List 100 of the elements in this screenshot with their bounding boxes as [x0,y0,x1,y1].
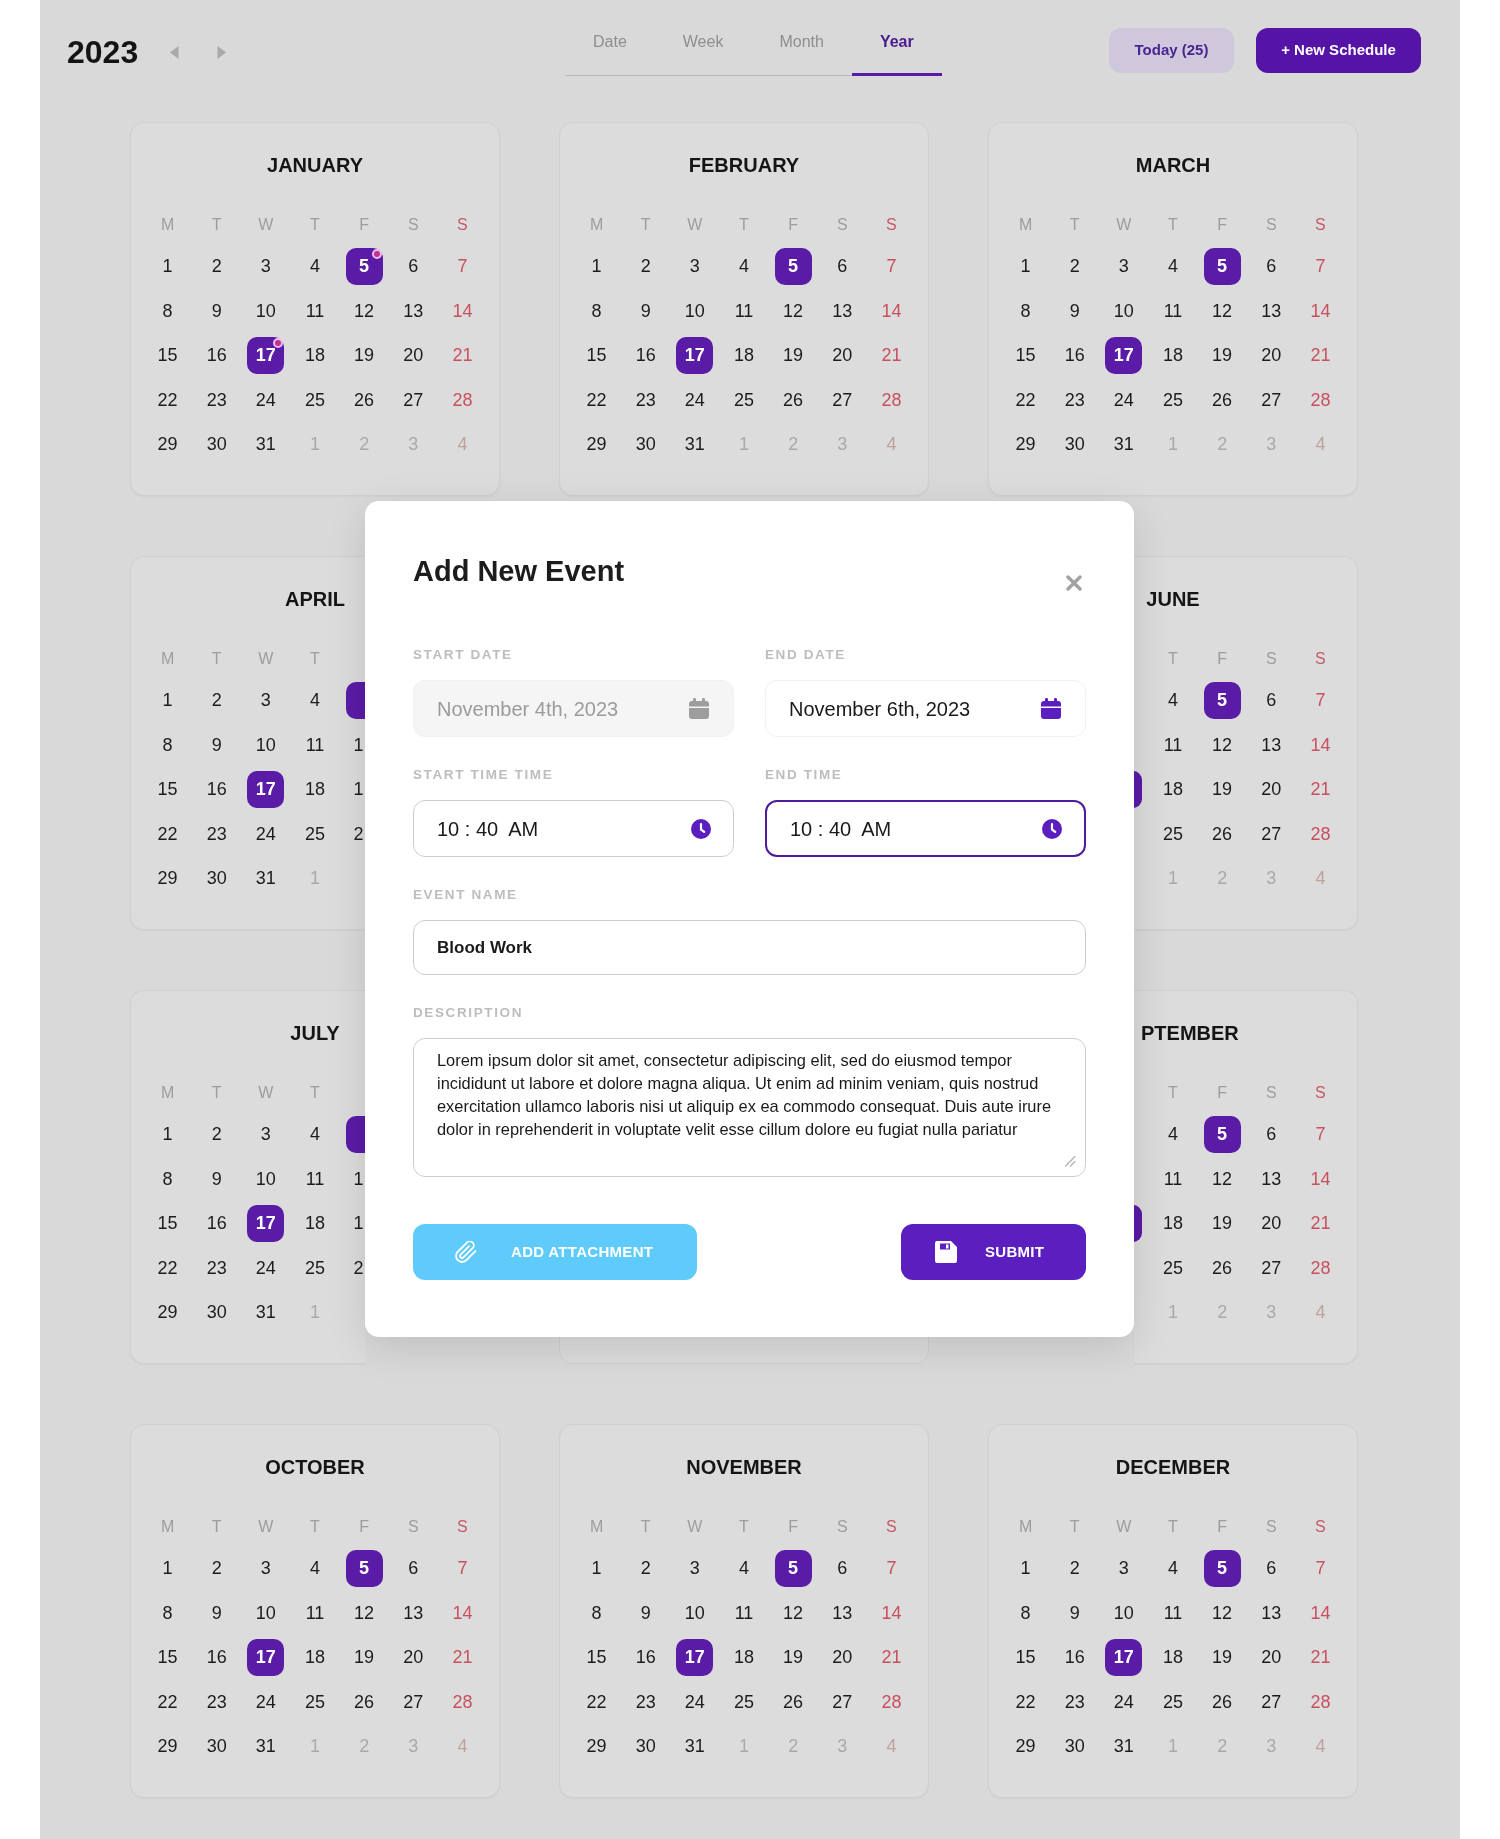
calendar-day[interactable]: 20 [1261,1646,1282,1669]
calendar-day[interactable]: 13 [1261,1601,1282,1624]
calendar-day[interactable]: 16 [206,344,227,367]
calendar-day[interactable]: 4 [310,1123,320,1146]
calendar-day[interactable]: 25 [304,1256,325,1279]
calendar-day[interactable]: 18 [1162,1646,1183,1669]
calendar-day[interactable]: 13 [832,1601,853,1624]
calendar-day[interactable]: 12 [1212,733,1233,756]
calendar-day[interactable]: 16 [206,1212,227,1235]
calendar-day[interactable]: 31 [1113,1735,1134,1758]
calendar-day[interactable]: 12 [1212,1601,1233,1624]
calendar-day[interactable]: 26 [1212,388,1233,411]
calendar-day[interactable]: 29 [157,433,178,456]
selected-date[interactable] [345,1115,366,1153]
today-button[interactable]: Today (25) [1109,28,1234,73]
calendar-day[interactable]: 6 [837,1557,848,1580]
selected-date[interactable]: 17 [676,1638,714,1676]
calendar-day[interactable]: 4 [739,255,749,278]
calendar-day[interactable]: 30 [206,867,227,890]
calendar-day[interactable]: 25 [1162,822,1183,845]
calendar-day[interactable]: 30 [206,433,227,456]
clock-icon[interactable] [1042,818,1062,839]
calendar-day[interactable]: 3 [689,255,700,278]
calendar-day[interactable]: 12 [354,299,375,322]
calendar-day[interactable]: 2 [211,1557,222,1580]
calendar-day[interactable]: 11 [1163,1167,1183,1190]
calendar-day[interactable]: 20 [832,344,853,367]
calendar-day[interactable]: 1 [353,733,364,756]
calendar-day[interactable]: 30 [1064,1735,1085,1758]
date-field[interactable]: November 6th, 2023 [765,680,1086,737]
calendar-day[interactable]: 9 [1069,1601,1080,1624]
calendar-day[interactable]: 24 [255,822,276,845]
text-input-field[interactable]: Blood Work [413,920,1086,975]
selected-date[interactable]: 5 [774,247,812,285]
calendar-day[interactable]: 9 [640,299,651,322]
calendar-day[interactable]: 1 [162,1123,173,1146]
calendar-day[interactable]: 4 [1168,1123,1178,1146]
calendar-day[interactable]: 26 [354,388,375,411]
calendar-day[interactable]: 19 [354,1646,375,1669]
calendar-day[interactable]: 13 [832,299,853,322]
calendar-day[interactable]: 23 [206,1690,227,1713]
calendar-day[interactable]: 27 [832,388,853,411]
calendar-day[interactable]: 29 [586,1735,607,1758]
calendar-day[interactable]: 18 [1162,778,1183,801]
calendar-day[interactable]: 15 [1015,1646,1036,1669]
calendar-day[interactable]: 3 [689,1557,700,1580]
calendar-day[interactable]: 24 [684,388,705,411]
time-field[interactable]: 10 : 40 AM [765,800,1086,857]
resize-handle-icon[interactable] [1064,1155,1076,1167]
calendar-day[interactable]: 25 [1162,1256,1183,1279]
calendar-day[interactable]: 27 [1261,1690,1282,1713]
calendar-day[interactable]: 23 [206,388,227,411]
calendar-day[interactable]: 12 [1212,299,1233,322]
calendar-day[interactable]: 10 [684,1601,705,1624]
calendar-day[interactable]: 25 [304,388,325,411]
calendar-day[interactable]: 19 [1212,1212,1233,1235]
calendar-day[interactable]: 24 [684,1690,705,1713]
calendar-day[interactable]: 19 [1212,344,1233,367]
calendar-day[interactable]: 3 [260,1123,271,1146]
calendar-day[interactable]: 1 [591,255,602,278]
calendar-day[interactable]: 18 [1162,1212,1183,1235]
calendar-day[interactable]: 29 [157,867,178,890]
calendar-day[interactable]: 31 [684,1735,705,1758]
calendar-day[interactable]: 23 [635,1690,656,1713]
calendar-day[interactable]: 27 [1261,388,1282,411]
calendar-day[interactable]: 2 [353,1256,364,1279]
calendar-icon[interactable] [1041,698,1061,719]
time-field[interactable]: 10 : 40 AM [413,800,734,857]
calendar-day[interactable]: 30 [206,1301,227,1324]
calendar-day[interactable]: 1 [162,1557,173,1580]
calendar-day[interactable]: 12 [783,299,804,322]
calendar-day[interactable]: 23 [1064,1690,1085,1713]
calendar-day[interactable]: 8 [591,299,602,322]
calendar-day[interactable]: 6 [1266,689,1277,712]
calendar-day[interactable]: 4 [310,1557,320,1580]
calendar-day[interactable]: 31 [255,867,276,890]
calendar-day[interactable]: 13 [403,299,424,322]
calendar-day[interactable]: 1 [1020,255,1031,278]
calendar-day[interactable]: 19 [1212,778,1233,801]
calendar-day[interactable]: 1 [162,255,173,278]
selected-date[interactable]: 17 [247,336,285,374]
calendar-day[interactable]: 15 [157,1646,178,1669]
calendar-day[interactable]: 29 [157,1735,178,1758]
close-icon[interactable] [1066,575,1082,591]
calendar-day[interactable]: 22 [157,388,178,411]
calendar-day[interactable]: 1 [162,689,173,712]
calendar-day[interactable]: 11 [1163,733,1183,756]
calendar-day[interactable]: 8 [162,1601,173,1624]
calendar-day[interactable]: 10 [1113,1601,1134,1624]
calendar-day[interactable]: 12 [783,1601,804,1624]
calendar-day[interactable]: 1 [591,1557,602,1580]
calendar-day[interactable]: 27 [403,1690,424,1713]
calendar-day[interactable]: 23 [206,822,227,845]
calendar-day[interactable]: 24 [255,388,276,411]
calendar-day[interactable]: 4 [739,1557,749,1580]
calendar-day[interactable]: 26 [354,1690,375,1713]
selected-date[interactable]: 5 [345,1549,383,1587]
selected-date[interactable]: 17 [247,1638,285,1676]
calendar-day[interactable]: 16 [206,778,227,801]
selected-date[interactable]: 17 [1105,336,1143,374]
